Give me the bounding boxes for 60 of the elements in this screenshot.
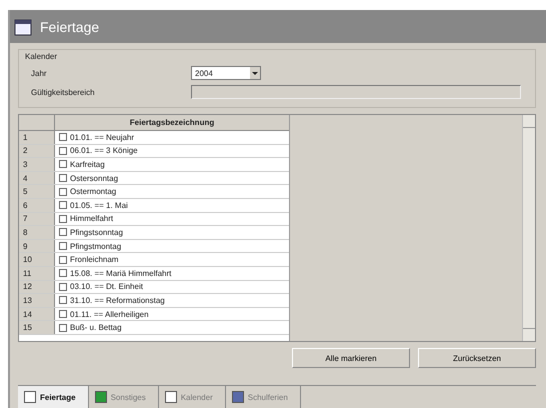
field-label: Gültigkeitsbereich (30, 88, 96, 96)
text-field[interactable] (191, 85, 521, 99)
field-label: Jahr (30, 68, 48, 78)
checkbox[interactable] (59, 214, 67, 223)
checkbox[interactable] (59, 174, 67, 182)
tab-icon (232, 391, 244, 403)
row-number: 11 (19, 266, 55, 280)
holiday-name: Ostersonntag (70, 174, 118, 183)
year-dropdown[interactable]: 2004 (191, 66, 261, 80)
holiday-name: Karfreitag (70, 160, 105, 169)
checkbox[interactable] (59, 228, 67, 236)
checkbox[interactable] (59, 160, 67, 168)
checkbox[interactable] (59, 201, 67, 210)
holiday-name: 06.01. == 3 Könige (70, 146, 138, 156)
row-number: 7 (19, 212, 55, 226)
holiday-name: 01.11. == Allerheiligen (70, 310, 149, 319)
holiday-name: Pfingstsonntag (70, 228, 123, 237)
tab-icon (94, 391, 107, 403)
checkbox[interactable] (59, 146, 67, 155)
action-button[interactable]: Zurücksetzen (418, 348, 536, 368)
row-number: 13 (19, 294, 55, 307)
holiday-name: Ostermontag (70, 187, 116, 196)
window-title: Feiertage (40, 18, 100, 34)
checkbox[interactable] (59, 324, 67, 332)
row-number: 5 (19, 185, 55, 198)
tab[interactable]: Feiertage (18, 386, 89, 408)
row-number: 1 (19, 131, 55, 144)
row-number: 12 (19, 280, 55, 294)
row-number: 9 (19, 240, 55, 252)
checkbox[interactable] (59, 256, 67, 264)
row-number: 15 (19, 321, 55, 334)
checkbox[interactable] (59, 282, 67, 291)
holiday-name: Pfingstmontag (70, 242, 122, 251)
calendar-icon (14, 16, 34, 36)
checkbox[interactable] (59, 133, 67, 142)
holiday-name: Fronleichnam (70, 255, 118, 264)
holiday-name: 31.10. == Reformationstag (70, 296, 165, 305)
row-number: 14 (19, 308, 55, 320)
holiday-name: 15.08. == Mariä Himmelfahrt (70, 268, 172, 278)
action-button[interactable]: Alle markieren (292, 348, 410, 368)
holiday-name: 03.10. == Dt. Einheit (70, 282, 143, 292)
row-number: 4 (19, 172, 55, 184)
tab-icon (164, 391, 177, 403)
row-number: 8 (19, 226, 55, 239)
checkbox[interactable] (59, 188, 67, 196)
checkbox[interactable] (59, 269, 67, 278)
group-title: Kalender (25, 52, 58, 61)
checkbox[interactable] (59, 296, 67, 304)
row-number: 10 (19, 253, 55, 266)
row-number: 3 (19, 158, 55, 171)
scrollbar[interactable] (522, 115, 535, 341)
row-number: 6 (19, 198, 55, 212)
tab-icon (24, 391, 36, 403)
holiday-name: 01.05. == 1. Mai (70, 200, 128, 210)
holiday-name: Buß- u. Bettag (70, 323, 122, 332)
checkbox[interactable] (59, 310, 67, 318)
holiday-name: Himmelfahrt (70, 214, 114, 224)
holiday-name: 01.01. == Neujahr (70, 132, 134, 142)
row-number: 2 (19, 144, 55, 158)
checkbox[interactable] (59, 242, 67, 250)
